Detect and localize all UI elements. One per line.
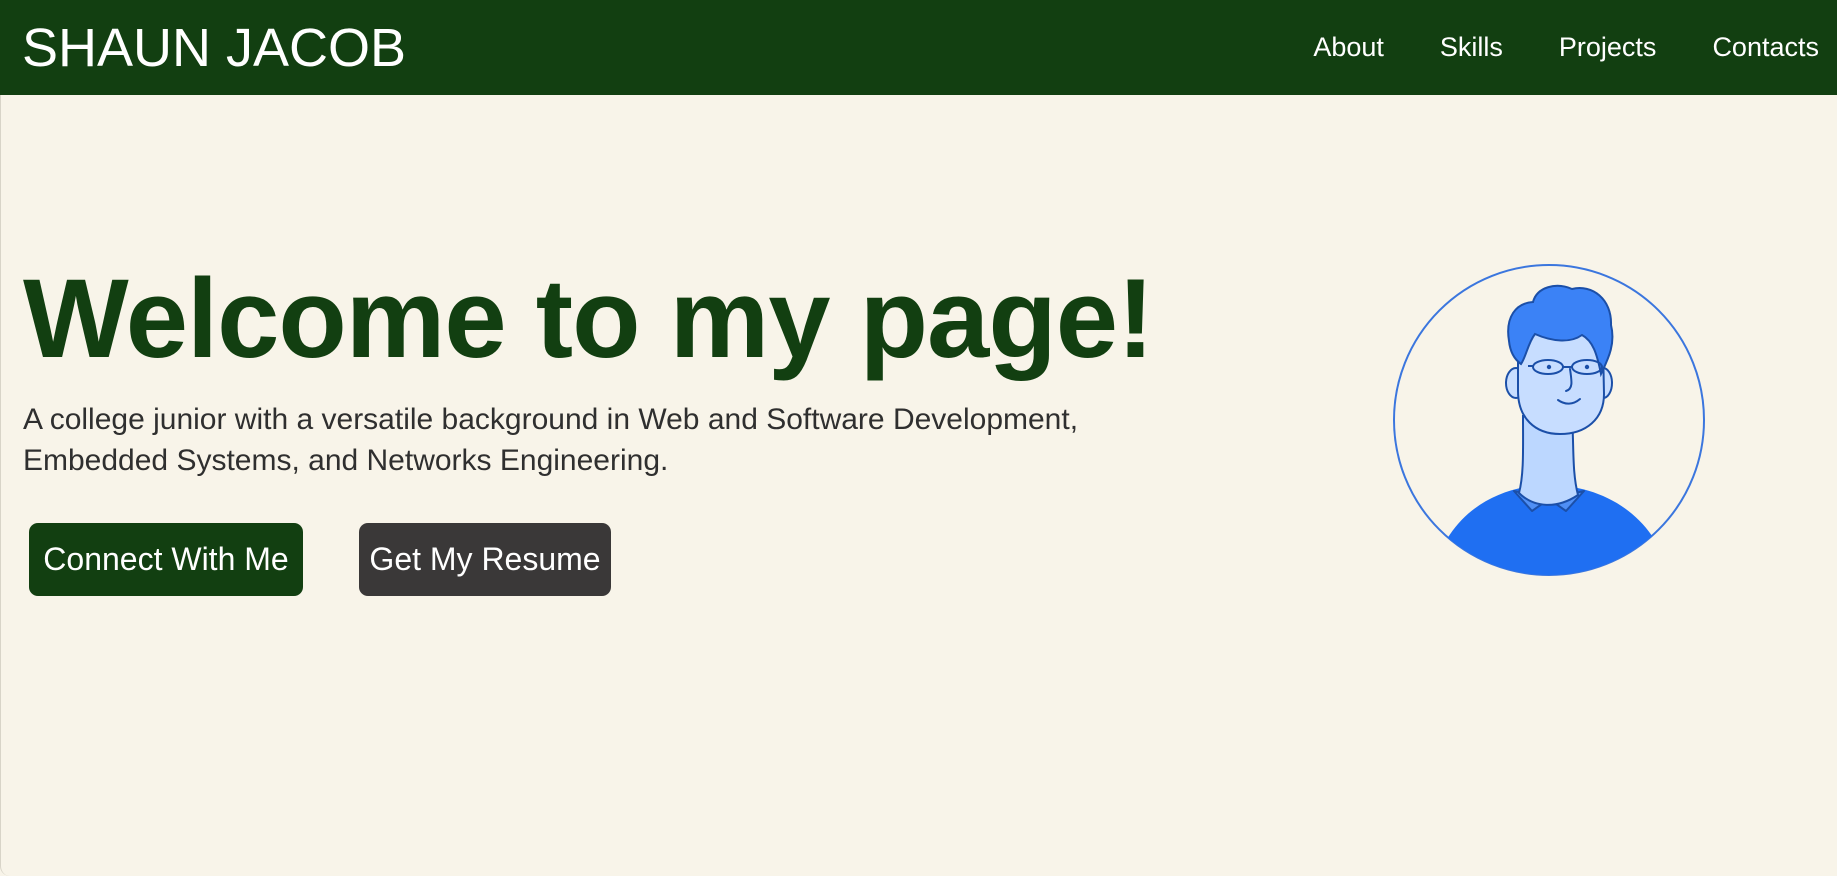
site-brand[interactable]: SHAUN JACOB — [22, 21, 406, 75]
nav-link-about[interactable]: About — [1313, 34, 1384, 61]
top-navbar: SHAUN JACOB About Skills Projects Contac… — [0, 0, 1837, 95]
nav-link-projects[interactable]: Projects — [1559, 34, 1657, 61]
get-my-resume-button[interactable]: Get My Resume — [359, 523, 611, 596]
main-nav: About Skills Projects Contacts — [1257, 34, 1819, 61]
connect-with-me-button[interactable]: Connect With Me — [29, 523, 303, 596]
hero-title: Welcome to my page! — [23, 256, 1154, 381]
nav-link-contacts[interactable]: Contacts — [1712, 34, 1819, 61]
nav-link-skills[interactable]: Skills — [1440, 34, 1503, 61]
person-avatar-icon — [1392, 263, 1706, 577]
hero-description: A college junior with a versatile backgr… — [23, 403, 1079, 477]
hero-section: Welcome to my page! A college junior wit… — [0, 95, 1837, 876]
